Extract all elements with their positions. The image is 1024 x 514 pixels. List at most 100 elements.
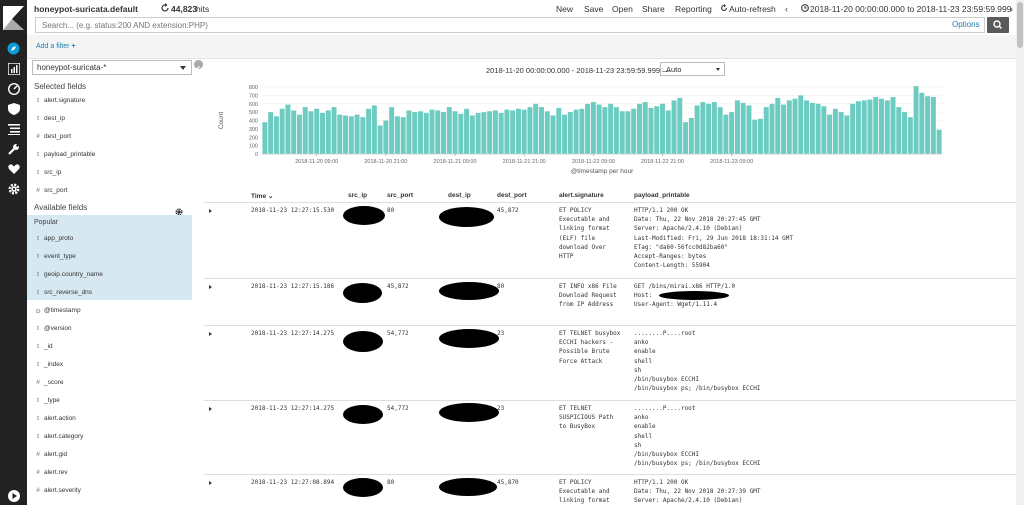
- column-header-src-port[interactable]: src_port: [387, 192, 413, 199]
- y-tick-label: 300: [249, 127, 258, 133]
- field-src-ip[interactable]: t src_ip: [27, 164, 192, 182]
- discover-compass-icon[interactable]: [6, 41, 21, 56]
- field-alert-gid[interactable]: # alert.gid: [27, 446, 192, 464]
- cell-alert-signature: ET TELNET busybox ECCHI hackers - Possib…: [559, 330, 621, 365]
- field-geoip-country-name[interactable]: t geoip.country_name: [27, 266, 192, 284]
- y-tick-label: 200: [249, 135, 258, 141]
- field-name: dest_ip: [44, 115, 65, 122]
- field-type-icon: #: [36, 469, 40, 476]
- column-header-alert-signature[interactable]: alert.signature: [559, 192, 604, 199]
- visualize-chart-icon[interactable]: [6, 61, 21, 76]
- new-button[interactable]: New: [556, 4, 573, 14]
- field-sidebar: honeypot-suricata-* Selected fields t ale…: [27, 59, 192, 505]
- management-gear-icon[interactable]: [6, 181, 21, 196]
- column-header-payload-printable[interactable]: payload_printable: [634, 192, 690, 199]
- field-alert-category[interactable]: t alert.category: [27, 428, 192, 446]
- field-dest-ip[interactable]: t dest_ip: [27, 110, 192, 128]
- expand-row-caret-icon[interactable]: [209, 285, 212, 289]
- dev-tools-wrench-icon[interactable]: [6, 141, 21, 156]
- cell-payload: HTTP/1.1 200 OK Date: Thu, 22 Nov 2018 2…: [634, 207, 793, 270]
- column-header-dest-port[interactable]: dest_port: [497, 192, 527, 199]
- kibana-nav-sidebar: [0, 0, 27, 505]
- expand-row-caret-icon[interactable]: [209, 407, 212, 411]
- search-input[interactable]: [35, 17, 985, 33]
- expand-row-caret-icon[interactable]: [209, 209, 212, 213]
- histogram-bar: [677, 97, 683, 154]
- expand-row-caret-icon[interactable]: [209, 481, 212, 485]
- x-tick-label: 2018-11-20 21:00: [364, 159, 407, 165]
- table-row[interactable]: 2018-11-23 12:27:15.530 80 45,872 ET POLICY…: [204, 202, 1016, 278]
- field-src-port[interactable]: # src_port: [27, 182, 192, 200]
- field-timestamp[interactable]: ⊙ @timestamp: [27, 302, 192, 320]
- histogram-bar: [279, 108, 285, 154]
- collapse-sidebar-button[interactable]: [194, 60, 203, 71]
- table-row[interactable]: 2018-11-23 12:27:08.894 80 45,870 ET POLICY…: [204, 474, 1016, 514]
- reporting-button[interactable]: Reporting: [675, 4, 712, 14]
- index-title: honeypot-suricata.default: [34, 4, 138, 14]
- field-version[interactable]: t @version: [27, 320, 192, 338]
- kibana-logo-icon[interactable]: [3, 6, 24, 30]
- save-button[interactable]: Save: [584, 4, 603, 14]
- field-id[interactable]: t _id: [27, 338, 192, 356]
- table-row[interactable]: 2018-11-23 12:27:14.275 54,772 23 ET TELNET…: [204, 325, 1016, 400]
- auto-refresh-icon[interactable]: [720, 4, 728, 14]
- field-dest-port[interactable]: # dest_port: [27, 128, 192, 146]
- column-header-time[interactable]: Time ⌄: [251, 192, 273, 200]
- histogram-bar: [285, 104, 291, 154]
- field-payload-printable[interactable]: t payload_printable: [27, 146, 192, 164]
- column-header-src-ip[interactable]: src_ip: [348, 192, 367, 199]
- y-tick-label: 400: [249, 119, 258, 125]
- field-alert-rev[interactable]: # alert.rev: [27, 464, 192, 482]
- field-type-icon: t: [37, 151, 39, 158]
- timelion-shield-icon[interactable]: [6, 101, 21, 116]
- histogram-bar: [435, 110, 441, 154]
- field-src-reverse-dns[interactable]: t src_reverse_dns: [27, 284, 192, 302]
- collapse-play-icon[interactable]: [6, 488, 21, 503]
- field-app-proto[interactable]: t app_proto: [27, 230, 192, 248]
- histogram-bar: [700, 102, 706, 154]
- histogram-bar: [296, 114, 302, 154]
- field-settings-gear-icon[interactable]: [175, 203, 183, 216]
- histogram-bar: [533, 103, 539, 154]
- histogram-bar: [873, 97, 879, 154]
- time-range-picker[interactable]: 2018-11-20 00:00:00.000 to 2018-11-23 23…: [810, 4, 1012, 14]
- field-score[interactable]: # _score: [27, 374, 192, 392]
- histogram-bar: [550, 115, 556, 154]
- scrollbar-thumb[interactable]: [1017, 2, 1023, 48]
- add-filter-button[interactable]: Add a filter +: [36, 43, 76, 50]
- histogram-bar: [331, 107, 337, 154]
- column-header-dest-ip[interactable]: dest_ip: [448, 192, 471, 199]
- time-back-chevron-icon[interactable]: ‹: [785, 4, 788, 14]
- field-type[interactable]: t _type: [27, 392, 192, 410]
- histogram-bar: [619, 111, 625, 154]
- field-alert-severity[interactable]: # alert.severity: [27, 482, 192, 500]
- table-row[interactable]: 2018-11-23 12:27:14.275 54,772 23 ET TELNET…: [204, 400, 1016, 474]
- cell-payload: HTTP/1.1 200 OK Date: Thu, 22 Nov 2018 2…: [634, 479, 761, 505]
- auto-refresh-button[interactable]: Auto-refresh: [729, 4, 776, 14]
- table-row[interactable]: 2018-11-23 12:27:15.186 45,872 80 ET INFO x…: [204, 278, 1016, 325]
- histogram-bar: [665, 110, 671, 154]
- field-alert-action[interactable]: t alert.action: [27, 410, 192, 428]
- field-type-icon: t: [37, 253, 39, 260]
- histogram-bar: [625, 111, 631, 154]
- logs-list-icon[interactable]: [6, 121, 21, 136]
- histogram-bar: [354, 114, 360, 154]
- open-button[interactable]: Open: [612, 4, 633, 14]
- time-forward-chevron-icon[interactable]: ›: [1010, 4, 1013, 14]
- index-pattern-select[interactable]: honeypot-suricata-*: [32, 60, 192, 75]
- interval-select[interactable]: Auto: [660, 62, 725, 76]
- reload-icon[interactable]: [160, 3, 170, 13]
- field-index[interactable]: t _index: [27, 356, 192, 374]
- histogram-bar: [890, 97, 896, 154]
- histogram-bar: [734, 100, 740, 154]
- search-button[interactable]: [987, 17, 1009, 33]
- page-scrollbar[interactable]: [1016, 0, 1024, 505]
- share-button[interactable]: Share: [642, 4, 665, 14]
- monitoring-heart-icon[interactable]: [6, 161, 21, 176]
- field-event-type[interactable]: t event_type: [27, 248, 192, 266]
- histogram-bar: [579, 108, 585, 154]
- expand-row-caret-icon[interactable]: [209, 332, 212, 336]
- dashboard-icon[interactable]: [6, 81, 21, 96]
- field-alert-signature[interactable]: t alert.signature: [27, 92, 192, 110]
- options-link[interactable]: Options: [952, 20, 980, 29]
